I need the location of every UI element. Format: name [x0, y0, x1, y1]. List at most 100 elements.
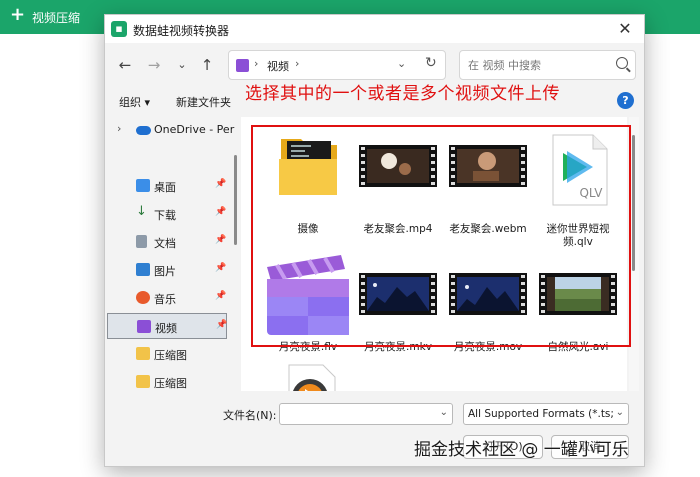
file-item[interactable]: 月亮夜景.flv	[263, 253, 353, 357]
chevron-down-icon[interactable]: ⌄	[397, 57, 406, 70]
sidebar-item-compress-1[interactable]: 压缩图	[107, 341, 227, 367]
refresh-icon[interactable]: ↻	[425, 55, 437, 71]
media-player-file-icon	[263, 363, 353, 391]
recent-dropdown-icon[interactable]: ⌄	[171, 54, 193, 76]
sidebar-item-label: 图片	[154, 265, 176, 278]
video-thumbnail-icon	[353, 269, 443, 339]
clapperboard-icon	[263, 253, 353, 337]
scrollbar-thumb[interactable]	[234, 155, 237, 245]
close-button[interactable]: ✕	[606, 15, 644, 43]
chevron-right-icon[interactable]: ›	[254, 57, 258, 70]
file-list-pane: 摄像 老友聚会.mp4 老友聚会.webm QLV 迷你世界短视频.qlv 月亮…	[241, 117, 627, 391]
sidebar-item-music[interactable]: 音乐 📌	[107, 285, 227, 311]
address-bar[interactable]: › 视频 › ⌄ ↻	[228, 50, 446, 80]
sidebar-scrollbar[interactable]	[232, 115, 240, 391]
app-title: 视频压缩	[32, 11, 81, 25]
file-open-dialog: ▪ 数据蛙视频转换器 ✕ ← → ⌄ ↑ › 视频 › ⌄ ↻ 组织 ▾ 新建文…	[104, 14, 645, 467]
filename-label: 文件名(N):	[223, 409, 277, 422]
new-folder-button[interactable]: 新建文件夹	[176, 94, 231, 110]
pin-icon[interactable]: 📌	[215, 235, 226, 245]
scrollbar-thumb[interactable]	[632, 135, 635, 271]
filename-input[interactable]	[284, 407, 434, 421]
download-icon: ↓	[136, 204, 147, 219]
search-icon[interactable]	[616, 57, 628, 69]
search-box[interactable]	[459, 50, 636, 80]
file-item[interactable]: 摄像	[263, 131, 353, 241]
pin-icon[interactable]: 📌	[215, 291, 226, 301]
file-name: 老友聚会.webm	[449, 223, 527, 235]
dialog-title: 数据蛙视频转换器	[133, 24, 230, 38]
music-icon	[136, 291, 150, 304]
video-thumbnail-icon	[443, 131, 533, 201]
video-thumbnail-icon	[353, 131, 443, 201]
watermark-text: 掘金技术社区 @ 一罐小可乐	[414, 440, 629, 460]
sidebar-item-documents[interactable]: 文档 📌	[107, 229, 227, 255]
desktop-icon	[136, 179, 150, 192]
organize-menu[interactable]: 组织 ▾	[119, 94, 150, 110]
chevron-down-icon[interactable]: ⌄	[440, 407, 448, 418]
file-item[interactable]: 月亮夜景.mkv	[353, 253, 443, 357]
add-icon[interactable]: +	[10, 6, 25, 24]
file-item[interactable]: 自然风光.avi	[533, 253, 623, 357]
sidebar-item-downloads[interactable]: ↓ 下载 📌	[107, 201, 227, 227]
sidebar-item-label: OneDrive - Per	[154, 123, 235, 136]
pin-icon[interactable]: 📌	[215, 263, 226, 273]
file-type-value: All Supported Formats (*.ts;*	[468, 408, 614, 420]
pin-icon[interactable]: 📌	[215, 179, 226, 189]
file-item[interactable]: 老友聚会.webm	[443, 131, 533, 241]
file-item[interactable]: QLV 迷你世界短视频.qlv	[533, 131, 623, 251]
file-name: 自然风光.avi	[547, 341, 609, 353]
sidebar-item-label: 视频	[155, 322, 177, 335]
filename-field[interactable]: ⌄	[279, 403, 453, 425]
folder-icon	[136, 375, 150, 388]
file-item[interactable]: 老友聚会.mp4	[353, 131, 443, 241]
pin-icon[interactable]: 📌	[215, 207, 226, 217]
file-item[interactable]: 月亮夜景.mov	[443, 253, 533, 357]
sidebar-item-label: 压缩图	[154, 349, 187, 362]
annotation-text: 选择其中的一个或者是多个视频文件上传	[245, 84, 560, 104]
chevron-right-icon[interactable]: ›	[117, 122, 121, 135]
sidebar-item-onedrive[interactable]: › OneDrive - Per	[107, 117, 234, 143]
sidebar-item-label: 桌面	[154, 181, 176, 194]
qlv-file-icon: QLV	[533, 131, 623, 206]
video-icon	[137, 320, 151, 333]
sidebar-item-videos[interactable]: 视频 📌	[107, 313, 227, 339]
file-name: 月亮夜景.mov	[453, 341, 523, 353]
file-name: 老友聚会.mp4	[363, 223, 433, 235]
chevron-right-icon[interactable]: ›	[295, 57, 299, 70]
app-logo-icon: ▪	[111, 21, 127, 37]
folder-icon	[263, 131, 353, 201]
breadcrumb-video[interactable]: 视频	[267, 58, 289, 74]
qlv-badge: QLV	[579, 186, 603, 200]
forward-arrow-icon[interactable]: →	[143, 54, 165, 76]
up-arrow-icon[interactable]: ↑	[196, 54, 218, 76]
sidebar-item-compress-2[interactable]: 压缩图	[107, 369, 227, 395]
chevron-down-icon[interactable]: ⌄	[616, 407, 624, 418]
help-icon[interactable]: ?	[617, 92, 634, 109]
dialog-title-bar: ▪ 数据蛙视频转换器 ✕	[105, 15, 644, 43]
sidebar-item-label: 压缩图	[154, 377, 187, 390]
video-folder-icon	[236, 59, 249, 72]
file-item[interactable]	[263, 363, 353, 391]
sidebar-item-label: 文档	[154, 237, 176, 250]
sidebar-item-label: 音乐	[154, 293, 176, 306]
navigation-pane: › OneDrive - Per 桌面 📌 ↓ 下载 📌 文档 📌 图片 📌 音…	[105, 115, 234, 391]
sidebar-item-desktop[interactable]: 桌面 📌	[107, 173, 227, 199]
folder-icon	[136, 347, 150, 360]
file-pane-scrollbar[interactable]	[629, 117, 639, 391]
video-thumbnail-icon	[533, 269, 623, 339]
video-thumbnail-icon	[443, 269, 533, 339]
sidebar-item-pictures[interactable]: 图片 📌	[107, 257, 227, 283]
file-name: 月亮夜景.flv	[278, 341, 338, 353]
search-input[interactable]	[468, 56, 608, 74]
cloud-icon	[136, 126, 151, 135]
file-name: 摄像	[297, 223, 319, 235]
pin-icon[interactable]: 📌	[216, 320, 227, 330]
picture-icon	[136, 263, 150, 276]
document-icon	[136, 235, 147, 248]
file-name: 迷你世界短视频.qlv	[546, 223, 610, 248]
file-name: 月亮夜景.mkv	[364, 341, 432, 353]
file-type-select[interactable]: All Supported Formats (*.ts;* ⌄	[463, 403, 629, 425]
sidebar-item-label: 下载	[154, 209, 176, 222]
back-arrow-icon[interactable]: ←	[114, 54, 136, 76]
